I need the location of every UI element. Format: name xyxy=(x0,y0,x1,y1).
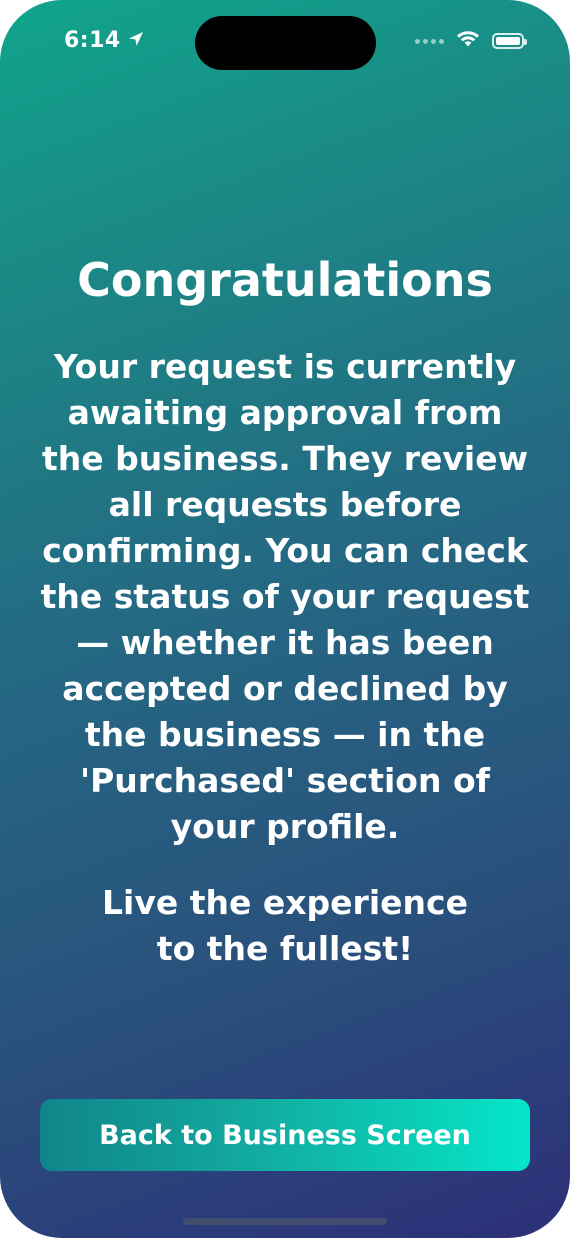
cellular-signal-icon xyxy=(415,38,444,44)
battery-icon xyxy=(492,33,527,49)
tagline: Live the experience to the fullest! xyxy=(102,883,468,968)
location-arrow-icon xyxy=(127,30,145,52)
phone-screen: 6:14 Congratulations Your request is cur… xyxy=(0,0,570,1238)
home-indicator[interactable] xyxy=(183,1218,387,1225)
status-bar: 6:14 xyxy=(0,0,570,90)
dynamic-island xyxy=(195,16,376,70)
status-indicators xyxy=(415,30,527,52)
status-time-group: 6:14 xyxy=(64,28,145,53)
status-time: 6:14 xyxy=(64,28,121,53)
confirmation-content: Congratulations Your request is currentl… xyxy=(40,250,530,972)
wifi-icon xyxy=(456,30,480,52)
approval-message: Your request is currently awaiting appro… xyxy=(40,347,530,846)
back-to-business-button[interactable]: Back to Business Screen xyxy=(40,1099,530,1171)
page-title: Congratulations xyxy=(77,253,493,307)
